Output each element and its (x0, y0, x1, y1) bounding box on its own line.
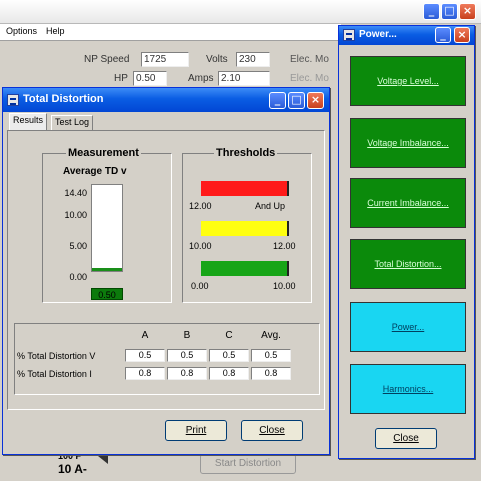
table-header-c: C (225, 330, 233, 341)
print-button-label: Print (185, 425, 207, 436)
amps-field[interactable]: 2.10 (218, 71, 270, 86)
row-label-v: % Total Distortion V (17, 351, 96, 361)
power-title: Power... (359, 29, 397, 40)
minimize-icon[interactable]: _ (435, 27, 451, 43)
amps-label: Amps (188, 73, 214, 84)
threshold-label: And Up (255, 201, 286, 211)
thresholds-title: Thresholds (214, 147, 278, 159)
table-cell: 0.8 (209, 367, 249, 380)
maximize-icon[interactable]: □ (288, 92, 305, 109)
threshold-bar-green (201, 261, 289, 276)
volts-label: Volts (206, 54, 228, 65)
table-cell: 0.5 (209, 349, 249, 362)
measurement-title: Measurement (66, 147, 141, 159)
menu-options[interactable]: Options (6, 26, 37, 36)
power-close-label: Close (393, 433, 419, 444)
menu-help[interactable]: Help (46, 26, 65, 36)
table-header-b: B (183, 330, 191, 341)
close-button[interactable]: Close (241, 420, 303, 441)
np-speed-field[interactable]: 1725 (141, 52, 189, 67)
threshold-label: 10.00 (273, 281, 296, 291)
threshold-label: 12.00 (189, 201, 212, 211)
table-cell: 0.5 (251, 349, 291, 362)
total-distortion-button[interactable]: Total Distortion... (350, 239, 466, 289)
tick-label: 10.00 (64, 210, 87, 220)
total-distortion-dialog: Total Distortion _ □ × Results Test Log … (2, 87, 330, 455)
maximize-icon[interactable]: □ (441, 3, 458, 20)
print-button[interactable]: Print (165, 420, 227, 441)
minimize-icon[interactable]: _ (269, 92, 286, 109)
voltage-imbalance-label: Voltage Imbalance... (367, 138, 449, 148)
td-meter-fill (92, 268, 122, 271)
app-icon (343, 29, 355, 41)
tab-results[interactable]: Results (9, 113, 48, 130)
pointer-icon (98, 456, 108, 464)
threshold-bar-red (201, 181, 289, 196)
table-header-avg: Avg. (261, 330, 281, 341)
threshold-label: 10.00 (189, 241, 212, 251)
table-header-a: A (141, 330, 149, 341)
table-cell: 0.8 (167, 367, 207, 380)
menu-bar: Options Help (0, 24, 341, 41)
hp-label: HP (114, 73, 128, 84)
volts-field[interactable]: 230 (236, 52, 270, 67)
close-icon[interactable]: × (454, 27, 470, 43)
tick-label: 0.00 (69, 272, 87, 282)
td-title: Total Distortion (23, 93, 104, 105)
total-distortion-label: Total Distortion... (374, 259, 442, 269)
close-icon[interactable]: × (307, 92, 324, 109)
voltage-level-button[interactable]: Voltage Level... (350, 56, 466, 106)
td-titlebar: Total Distortion _ □ × (3, 88, 329, 112)
np-speed-label: NP Speed (84, 54, 130, 65)
current-imbalance-label: Current Imbalance... (367, 198, 449, 208)
close-button-label: Close (259, 425, 285, 436)
power-titlebar: Power... _ × (339, 26, 474, 45)
power-window: Power... _ × Voltage Level... Voltage Im… (338, 25, 475, 459)
td-readout: 0.50 (91, 288, 123, 300)
hp-field[interactable]: 0.50 (133, 71, 167, 86)
threshold-label: 12.00 (273, 241, 296, 251)
table-cell: 0.8 (251, 367, 291, 380)
partial-readout: 10 A- (58, 462, 87, 476)
td-meter-bar (91, 184, 123, 272)
minimize-icon[interactable]: _ (423, 3, 440, 20)
power-label: Power... (391, 322, 425, 332)
voltage-imbalance-button[interactable]: Voltage Imbalance... (350, 118, 466, 168)
row-label-i: % Total Distortion I (17, 369, 92, 379)
tick-label: 5.00 (69, 241, 87, 251)
table-cell: 0.5 (167, 349, 207, 362)
main-titlebar: _ □ × (0, 0, 481, 24)
tick-label: 14.40 (64, 188, 87, 198)
harmonics-button[interactable]: Harmonics... (350, 364, 466, 414)
power-button[interactable]: Power... (350, 302, 466, 352)
close-icon[interactable]: × (459, 3, 476, 20)
tab-test-log[interactable]: Test Log (51, 115, 94, 130)
voltage-level-label: Voltage Level... (377, 76, 439, 86)
app-icon (7, 94, 19, 106)
current-imbalance-button[interactable]: Current Imbalance... (350, 178, 466, 228)
threshold-bar-yellow (201, 221, 289, 236)
start-distortion-button[interactable]: Start Distortion (200, 454, 296, 474)
threshold-label: 0.00 (191, 281, 209, 291)
elec-label-2: Elec. Mo (290, 73, 329, 84)
harmonics-label: Harmonics... (382, 384, 434, 394)
measurement-subtitle: Average TD v (63, 166, 127, 177)
elec-label: Elec. Mo (290, 54, 329, 65)
power-close-button[interactable]: Close (375, 428, 437, 449)
table-cell: 0.5 (125, 349, 165, 362)
table-cell: 0.8 (125, 367, 165, 380)
